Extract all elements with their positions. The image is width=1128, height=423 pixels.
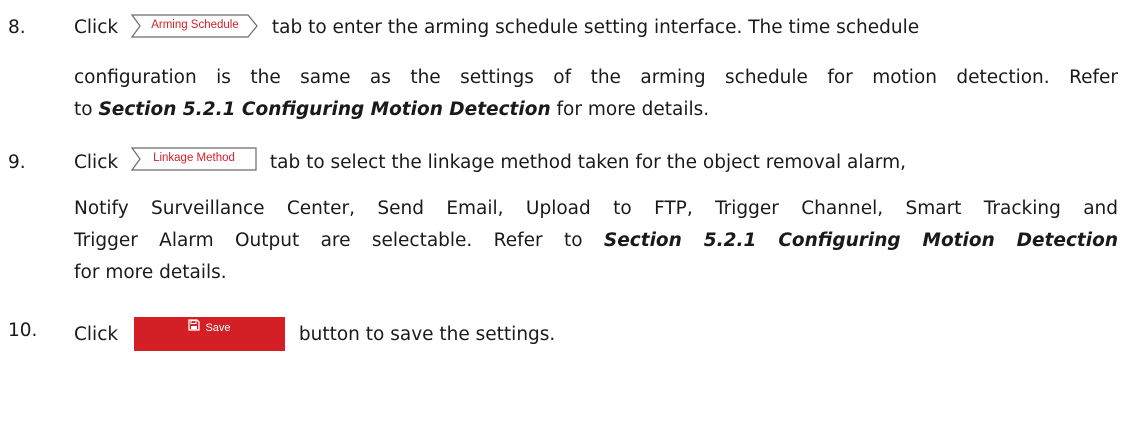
step-10-line-1: Click Save button to save the settings. [74, 317, 556, 352]
step-8-text-3a: to [74, 99, 93, 120]
step-9-text-1: tab to select the linkage method taken f… [269, 152, 906, 173]
step-8-line-2: configuration is the same as the setting… [74, 67, 1118, 88]
step-10-text-1: button to save the settings. [298, 324, 556, 345]
click-word: Click [74, 152, 119, 173]
step-9-line-2: Notify Surveillance Center, Send Email, … [74, 198, 1118, 219]
step-8-text-1: tab to enter the arming schedule setting… [271, 17, 920, 38]
arming-schedule-tab-button[interactable]: Arming Schedule [130, 13, 260, 39]
click-word: Click [74, 324, 119, 345]
step-8-line-3: to Section 5.2.1 Configuring Motion Dete… [74, 97, 709, 123]
section-reference: Section 5.2.1 Configuring Motion Detecti… [603, 230, 1118, 251]
step-9-line-4: for more details. [74, 262, 227, 283]
section-reference: Section 5.2.1 Configuring Motion Detecti… [98, 99, 551, 120]
arming-schedule-tab-label: Arming Schedule [151, 19, 239, 31]
step-9-line-1: Click Linkage Method tab to select the l… [74, 147, 906, 176]
click-word: Click [74, 17, 119, 38]
step-number: 8. [8, 17, 26, 38]
linkage-method-tab-button[interactable]: Linkage Method [130, 146, 258, 172]
save-button-label: Save [205, 322, 231, 334]
linkage-method-tab-label: Linkage Method [153, 152, 235, 164]
floppy-disk-icon [188, 317, 201, 339]
step-number: 9. [8, 152, 26, 173]
save-button[interactable]: Save [133, 317, 285, 351]
save-button-content: Save [134, 317, 285, 339]
step-number: 10. [8, 320, 38, 341]
step-9-line-3: Trigger Alarm Output are selectable. Ref… [74, 228, 1118, 254]
step-8-text-3b: for more details. [556, 99, 710, 120]
step-9-text-3a: Trigger Alarm Output are selectable. Ref… [74, 230, 583, 251]
step-8-line-1: Click Arming Schedule tab to enter the a… [74, 13, 920, 41]
